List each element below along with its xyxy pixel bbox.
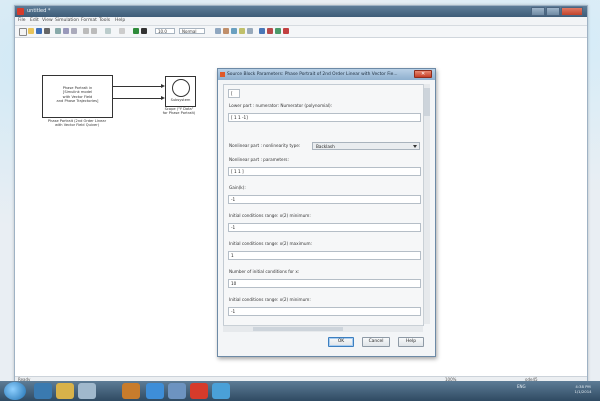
monitor-icon[interactable] [168, 383, 186, 399]
vertical-scrollbar[interactable] [423, 84, 430, 324]
internet-explorer-icon[interactable] [34, 383, 52, 399]
dialog-icon [220, 72, 225, 77]
scope-circle-icon [172, 79, 190, 97]
parameters-panel: [ Lower part : numerator: Numerator (pol… [223, 84, 424, 326]
cancel-button[interactable]: Cancel [362, 337, 390, 347]
param-label: Nonlinear part : parameters: [229, 157, 289, 162]
param-label: Number of initial conditions for x: [229, 269, 300, 274]
scope-block-text: Subsystem [170, 98, 191, 102]
cut-icon[interactable] [55, 28, 61, 34]
model-explorer-icon[interactable] [223, 28, 229, 34]
param-field[interactable]: [ 1 1 -1] [228, 113, 421, 122]
start-button[interactable] [4, 382, 26, 400]
open-folder-icon[interactable] [28, 28, 34, 34]
close-button[interactable] [561, 7, 583, 16]
menu-view[interactable]: View [42, 18, 53, 23]
clock-date: 1/1/2014 [574, 389, 592, 394]
scrollbar-thumb[interactable] [424, 88, 430, 116]
redo-icon[interactable] [91, 28, 97, 34]
maximize-button[interactable] [546, 7, 560, 16]
close-x-icon: ✕ [421, 71, 426, 77]
help-button[interactable]: Help [398, 337, 424, 347]
dialog-close-button[interactable]: ✕ [414, 70, 432, 78]
nonlinearity-type-select[interactable]: Backlash [312, 142, 420, 150]
toggle-model-browser-icon[interactable] [119, 28, 125, 34]
block-label-line: for Phase Portrait) [162, 111, 196, 116]
param-field[interactable]: 10 [228, 279, 421, 288]
print-icon[interactable] [44, 28, 50, 34]
menu-simulation[interactable]: Simulation [55, 18, 79, 23]
menu-help[interactable]: Help [115, 18, 125, 23]
stop-icon[interactable] [141, 28, 147, 34]
browser-icon[interactable] [146, 383, 164, 399]
new-model-icon[interactable] [19, 28, 27, 36]
lock-icon[interactable] [239, 28, 245, 34]
simulation-mode-select[interactable]: Normal [179, 28, 205, 34]
matlab-icon[interactable] [122, 383, 140, 399]
save-icon[interactable] [36, 28, 42, 34]
signal-line[interactable] [112, 86, 163, 87]
param-label: Initial conditions range: x(2) maximum: [229, 241, 312, 246]
minimize-button[interactable] [531, 7, 545, 16]
taskbar: ENG 4:38 PM 1/1/2014 [0, 381, 600, 401]
scope-block[interactable]: Subsystem [165, 76, 196, 107]
undo-icon[interactable] [83, 28, 89, 34]
menu-tools[interactable]: Tools [99, 18, 110, 23]
dialog-title: Source Block Parameters: Phase Portrait … [227, 72, 398, 77]
debug-icon[interactable] [231, 28, 237, 34]
menu-file[interactable]: File [18, 18, 26, 23]
file-explorer-icon[interactable] [56, 383, 74, 399]
window-titlebar[interactable]: untitled * [15, 6, 587, 17]
param-field[interactable]: 1 [228, 251, 421, 260]
menu-edit[interactable]: Edit [30, 18, 39, 23]
zoom-icon[interactable] [247, 28, 253, 34]
toolbar: 10.0 Normal [15, 26, 587, 38]
param-label: Initial conditions range: x(2) minimum: [229, 297, 311, 302]
phase-portrait-block-label: Phase Portrait (2nd Order Linear with Ve… [35, 119, 119, 128]
chevron-down-icon [413, 145, 417, 148]
build-icon[interactable] [215, 28, 221, 34]
phase-portrait-block[interactable]: Phase Portrait in [Simulink model with V… [42, 75, 113, 118]
select-value: Backlash [316, 144, 335, 149]
block-label-line: with Vector Field Quiver) [54, 123, 100, 128]
menu-format[interactable]: Format [81, 18, 97, 23]
simulink-app-icon [17, 8, 24, 15]
system-clock[interactable]: 4:38 PM 1/1/2014 [568, 384, 598, 394]
param-field[interactable]: -1 [228, 195, 421, 204]
param-field[interactable]: -1 [228, 223, 421, 232]
param-label: Nonlinear part : nonlinearity type: [229, 143, 301, 148]
paste-icon[interactable] [71, 28, 77, 34]
run-icon[interactable] [133, 28, 139, 34]
ok-button[interactable]: OK [328, 337, 354, 347]
library-browser-icon[interactable] [105, 28, 111, 34]
properties-icon[interactable] [259, 28, 265, 34]
help-icon[interactable] [283, 28, 289, 34]
block-parameters-dialog: Source Block Parameters: Phase Portrait … [217, 68, 436, 357]
dialog-titlebar[interactable]: Source Block Parameters: Phase Portrait … [218, 69, 435, 80]
record-icon[interactable] [267, 28, 273, 34]
window-title: untitled * [27, 8, 51, 14]
param-label: Initial conditions range: x(2) minimum: [229, 213, 311, 218]
scrollbar-thumb[interactable] [253, 327, 343, 331]
param-label: Gain(k): [229, 185, 246, 190]
menu-bar: File Edit View Simulation Format Tools H… [15, 17, 587, 26]
param-field[interactable]: -1 [228, 307, 421, 316]
param-field[interactable]: [ 1 1 ] [228, 167, 421, 176]
block1-line: and Phase Trajectories] [56, 99, 99, 104]
simulink-icon[interactable] [190, 383, 208, 399]
param-label: Lower part : numerator: Numerator (polyn… [229, 103, 333, 108]
horizontal-scrollbar[interactable] [223, 325, 423, 332]
word-icon[interactable] [212, 383, 230, 399]
scope-icon[interactable] [275, 28, 281, 34]
scope-block-label: Scope ("Y Data" for Phase Portrait) [155, 107, 203, 116]
media-player-icon[interactable] [78, 383, 96, 399]
language-indicator[interactable]: ENG [517, 384, 526, 389]
copy-icon[interactable] [63, 28, 69, 34]
signal-line[interactable] [112, 98, 163, 99]
param-field[interactable]: [ [228, 89, 240, 98]
stop-time-field[interactable]: 10.0 [155, 28, 175, 34]
